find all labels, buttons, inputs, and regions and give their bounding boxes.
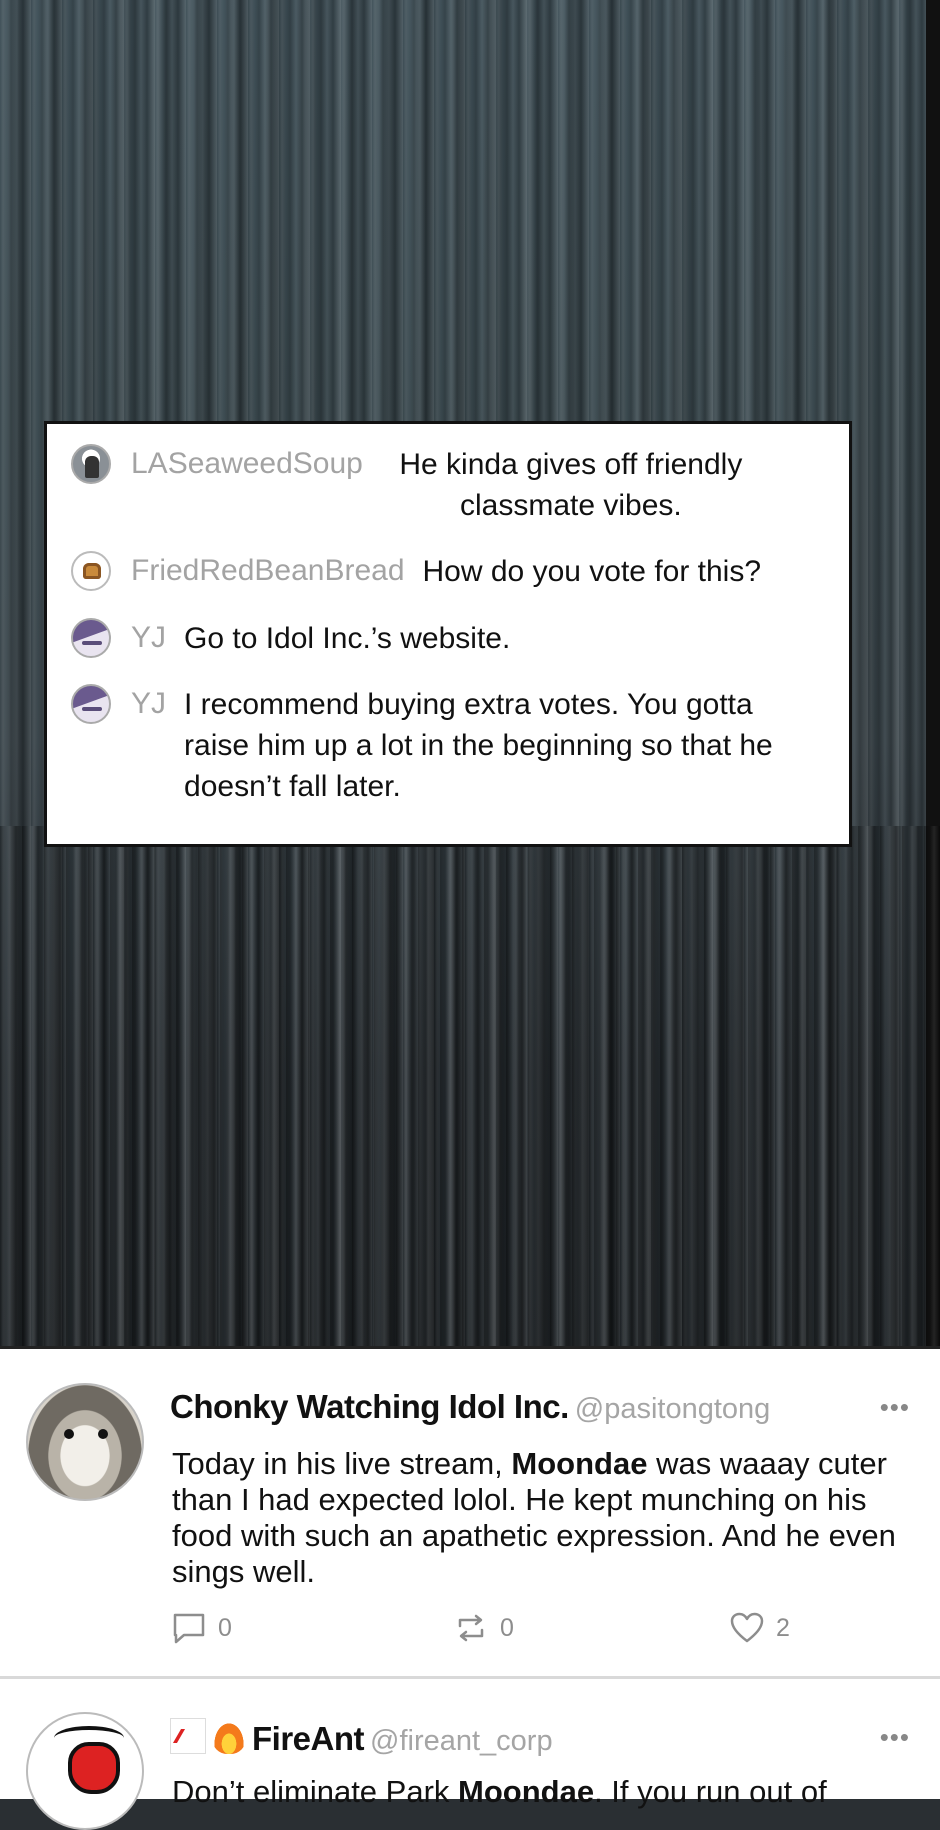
feed-border [0, 1346, 940, 1349]
yj-avatar [71, 618, 111, 658]
chat-panel: LASeaweedSoup He kinda gives off friendl… [44, 421, 852, 847]
chart-increasing-icon [170, 1718, 206, 1754]
repost-button[interactable]: 0 [454, 1610, 514, 1646]
fire-icon [212, 1720, 246, 1754]
post-text-part: Don’t eliminate Park [172, 1774, 459, 1809]
chat-username: FriedRedBeanBread [131, 554, 405, 587]
author-name: FireAnt [252, 1720, 365, 1757]
chat-username: YJ [131, 621, 167, 654]
chat-text: I recommend buying extra votes. You gott… [184, 688, 773, 803]
heart-icon [730, 1612, 764, 1643]
chat-message: YJ Go to Idol Inc.’s website. [71, 618, 510, 659]
author-handle: @fireant_corp [370, 1725, 553, 1757]
post-text-highlight: Moondae [458, 1774, 595, 1809]
author-handle: @pasitongtong [574, 1393, 771, 1425]
more-options-icon[interactable]: ••• [880, 1392, 910, 1423]
post-divider [0, 1676, 940, 1679]
chat-username: LASeaweedSoup [131, 447, 363, 480]
chat-message: FriedRedBeanBread How do you vote for th… [71, 551, 761, 592]
panel-edge [926, 0, 940, 1346]
yj-avatar [71, 684, 111, 724]
author-name: Chonky Watching Idol Inc. [170, 1388, 569, 1425]
like-count: 2 [776, 1613, 790, 1642]
bread-avatar [71, 551, 111, 591]
post-body: Today in his live stream, Moondae was wa… [172, 1446, 912, 1590]
chat-text: How do you vote for this? [422, 555, 762, 588]
ant-avatar[interactable] [26, 1712, 144, 1830]
post-text-part: Today in his live stream, [172, 1446, 512, 1481]
post-text-highlight: Moondae [511, 1446, 648, 1481]
chat-text: Go to Idol Inc.’s website. [184, 622, 511, 655]
chat-text: He kinda gives off friendly classmate vi… [399, 448, 743, 522]
more-options-icon[interactable]: ••• [880, 1722, 910, 1753]
chat-message: YJ I recommend buying extra votes. You g… [71, 684, 804, 807]
post-body: Don’t eliminate Park Moondae. If you run… [172, 1774, 912, 1810]
reply-count: 0 [218, 1613, 232, 1642]
chat-message: LASeaweedSoup He kinda gives off friendl… [71, 444, 761, 526]
like-button[interactable]: 2 [730, 1610, 790, 1646]
post-author[interactable]: Chonky Watching Idol Inc. @pasitongtong [170, 1388, 770, 1426]
post-text-part: . If you run out of [594, 1774, 827, 1809]
hamster-avatar[interactable] [26, 1383, 144, 1501]
seaweed-soup-avatar [71, 444, 111, 484]
comment-icon [173, 1613, 205, 1644]
repost-icon [458, 1614, 484, 1642]
repost-count: 0 [500, 1613, 514, 1642]
reply-button[interactable]: 0 [172, 1610, 232, 1646]
post-author[interactable]: FireAnt @fireant_corp [170, 1718, 553, 1758]
chat-username: YJ [131, 687, 167, 720]
